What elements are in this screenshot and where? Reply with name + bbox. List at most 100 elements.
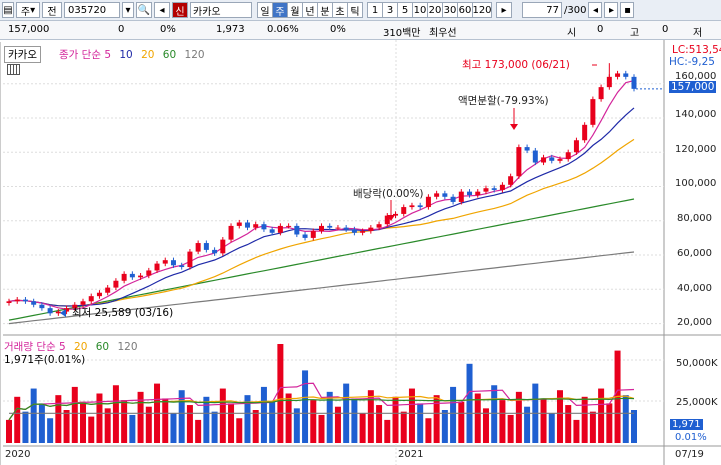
- volume-bar: [540, 398, 547, 443]
- legend-ma20: 20: [141, 49, 155, 61]
- tab-tick[interactable]: 틱: [347, 2, 363, 18]
- grid-icon[interactable]: [7, 64, 20, 75]
- volume-bar: [392, 396, 399, 443]
- speaker-icon[interactable]: ◂: [154, 2, 170, 18]
- settings-icon[interactable]: ▸: [496, 2, 512, 18]
- volume-bar: [334, 406, 341, 443]
- interval-5[interactable]: 5: [397, 2, 413, 18]
- annotation-high: 최고 173,000 (06/21): [462, 59, 570, 71]
- volume-bar: [548, 413, 555, 443]
- volume-bar: [63, 410, 70, 443]
- interval-buttons: 1 3 5 10 20 30 60 120: [367, 2, 492, 18]
- candle-body: [434, 193, 440, 197]
- volume-bar: [425, 418, 432, 443]
- code-input[interactable]: 035720: [64, 2, 120, 18]
- tab-year[interactable]: 년: [302, 2, 318, 18]
- candle-body: [450, 196, 456, 202]
- volume-bar: [228, 403, 235, 443]
- stock-name[interactable]: 카카오: [190, 2, 252, 18]
- tab-second[interactable]: 초: [332, 2, 348, 18]
- quote-volume: 1,973: [216, 24, 245, 35]
- candle-body: [573, 140, 579, 153]
- ytick-100000: 100,000: [675, 178, 717, 189]
- tab-week[interactable]: 주: [272, 2, 288, 18]
- volume-bar: [433, 395, 440, 443]
- volume-bar: [581, 396, 588, 443]
- interval-20[interactable]: 20: [427, 2, 443, 18]
- fit-icon[interactable]: ▪: [620, 2, 635, 18]
- candle-body: [113, 280, 119, 288]
- volume-bar: [598, 388, 605, 443]
- tab-minute[interactable]: 분: [317, 2, 333, 18]
- candle-body: [286, 225, 292, 227]
- count-input[interactable]: 77: [522, 2, 562, 18]
- volume-bar: [260, 386, 267, 443]
- volume-bar: [195, 419, 202, 443]
- volume-bar: [269, 401, 276, 443]
- candle-body: [327, 225, 333, 228]
- prev-icon[interactable]: ◂: [588, 2, 603, 18]
- price-legend: 종가 단순 5 10 20 60 120: [59, 47, 205, 62]
- candle-body: [623, 73, 629, 77]
- volume-bar: [524, 406, 531, 443]
- volume-bar: [565, 405, 572, 443]
- interval-120[interactable]: 120: [472, 2, 492, 18]
- volume-bar: [631, 410, 637, 443]
- candle-body: [162, 260, 168, 264]
- volume-bar: [606, 403, 613, 443]
- volume-bar: [573, 419, 580, 443]
- candle-body: [376, 224, 382, 228]
- interval-10[interactable]: 10: [412, 2, 428, 18]
- candle-body: [179, 265, 185, 268]
- candle-body: [187, 251, 193, 268]
- vol-legend-ma60: 60: [95, 341, 110, 353]
- hc-value: HC:-9,25: [669, 56, 715, 68]
- volume-bar: [507, 414, 514, 443]
- interval-30[interactable]: 30: [442, 2, 458, 18]
- candle-body: [39, 304, 45, 309]
- dropdown-icon[interactable]: ▾: [122, 2, 134, 18]
- stock-tag[interactable]: 카카오: [4, 46, 41, 63]
- candle-body: [351, 229, 357, 233]
- candle-body: [532, 150, 538, 163]
- ytick-40000: 40,000: [677, 283, 712, 294]
- candle-body: [129, 273, 135, 278]
- candle-body: [96, 292, 102, 297]
- candle-body: [203, 243, 209, 250]
- candle-body: [277, 225, 283, 233]
- volume-bar: [351, 398, 358, 443]
- volume-bar: [47, 418, 54, 443]
- tab-day[interactable]: 일: [257, 2, 273, 18]
- volume-bar: [211, 411, 218, 443]
- ytick-140000: 140,000: [675, 109, 717, 120]
- open-label: 시: [567, 28, 577, 39]
- search-icon[interactable]: 🔍: [136, 2, 152, 18]
- toolbar: ▤ 주 ▾ 전 035720 ▾ 🔍 ◂ 신 카카오 일 주 월 년 분 초 틱 …: [0, 0, 721, 21]
- count-total: /300: [564, 4, 587, 16]
- menu-select[interactable]: 주 ▾: [16, 2, 40, 18]
- menu-icon[interactable]: ▤: [2, 2, 14, 18]
- volume-sub: 1,971주(0.01%): [4, 354, 86, 366]
- candle-body: [565, 152, 571, 160]
- candle-body: [499, 184, 505, 190]
- prefix-button[interactable]: 전: [42, 2, 62, 18]
- candle-body: [269, 229, 275, 233]
- quote-price: 157,000: [8, 24, 50, 35]
- candle-body: [228, 225, 234, 240]
- ytick-20000: 20,000: [677, 317, 712, 328]
- candle-body: [598, 87, 604, 100]
- interval-1[interactable]: 1: [367, 2, 383, 18]
- interval-60[interactable]: 60: [457, 2, 473, 18]
- candle-body: [360, 231, 366, 233]
- candle-body: [368, 227, 374, 232]
- candle-body: [31, 301, 37, 305]
- candle-body: [631, 76, 637, 89]
- interval-3[interactable]: 3: [382, 2, 398, 18]
- next-icon[interactable]: ▸: [604, 2, 619, 18]
- candle-body: [475, 191, 481, 196]
- candle-body: [244, 222, 250, 228]
- candle-body: [491, 188, 497, 190]
- chart-canvas[interactable]: [0, 40, 721, 465]
- vol-current-pct: 0.01%: [675, 432, 707, 443]
- tab-month[interactable]: 월: [287, 2, 303, 18]
